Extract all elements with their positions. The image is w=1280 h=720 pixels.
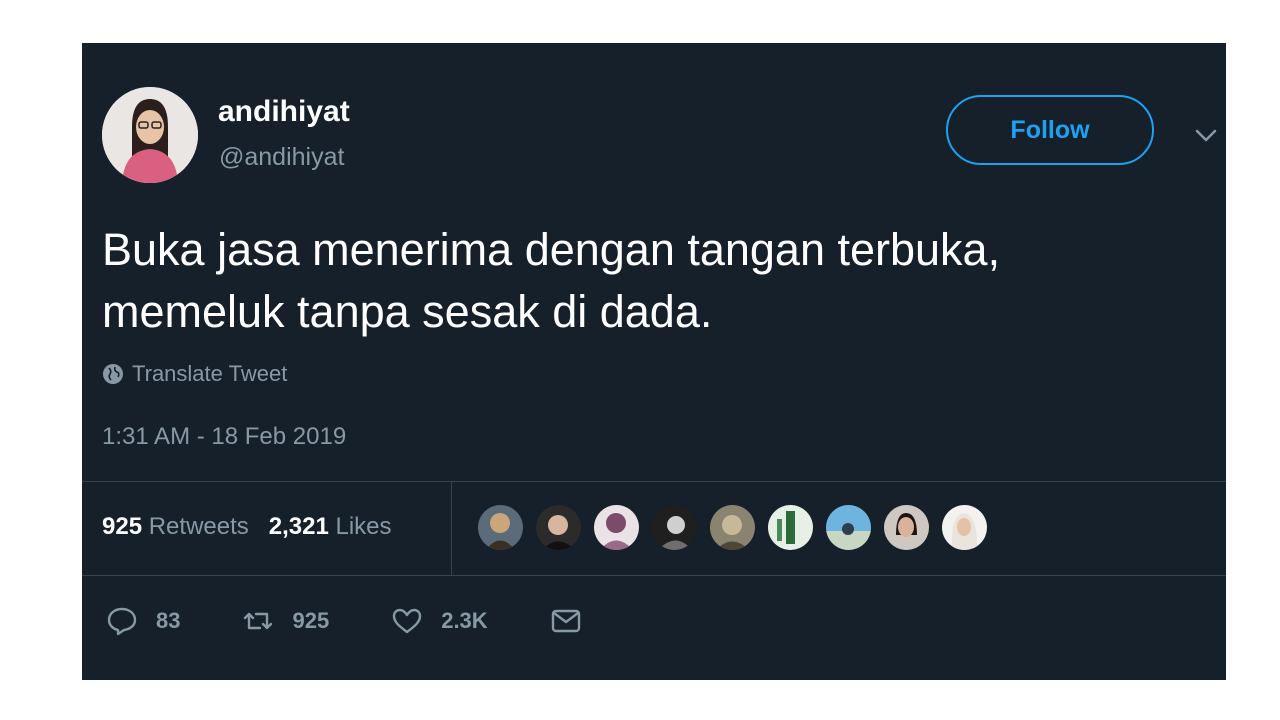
liker-avatar[interactable] <box>882 503 931 552</box>
tweet-text-line: memeluk tanpa sesak di dada. <box>102 286 713 337</box>
translate-tweet-link[interactable]: Translate Tweet <box>102 361 287 387</box>
engagement-stats: 925 Retweets 2,321 Likes <box>102 513 392 541</box>
liker-avatar[interactable] <box>592 503 641 552</box>
retweets-count: 925 <box>102 513 143 540</box>
reply-icon <box>107 607 137 636</box>
liker-avatar[interactable] <box>708 503 757 552</box>
likes-label: Likes <box>335 513 392 540</box>
liker-avatar[interactable] <box>476 503 525 552</box>
divider <box>82 575 1226 576</box>
user-handle[interactable]: @andihiyat <box>219 143 344 172</box>
action-bar: 83 925 2.3K <box>106 605 644 637</box>
tweet-timestamp[interactable]: 1:31 AM - 18 Feb 2019 <box>102 423 346 451</box>
retweet-button[interactable]: 925 <box>242 605 329 637</box>
retweets-label: Retweets <box>148 513 249 540</box>
follow-button[interactable]: Follow <box>946 95 1154 165</box>
like-count: 2.3K <box>441 608 488 633</box>
chevron-down-icon[interactable] <box>1194 123 1218 147</box>
reply-count: 83 <box>156 608 181 633</box>
liker-avatar[interactable] <box>766 503 815 552</box>
liker-avatars <box>476 503 989 552</box>
retweets-stat[interactable]: 925 Retweets <box>102 513 249 541</box>
tweet-text-line: Buka jasa menerima dengan tangan terbuka… <box>102 224 1001 275</box>
message-icon <box>551 609 580 633</box>
display-name[interactable]: andihiyat <box>218 95 350 129</box>
retweet-icon <box>244 612 273 630</box>
heart-icon <box>393 608 422 634</box>
direct-message-button[interactable] <box>550 605 582 637</box>
divider <box>451 481 452 575</box>
divider <box>82 481 1226 482</box>
liker-avatar[interactable] <box>940 503 989 552</box>
likes-stat[interactable]: 2,321 Likes <box>269 513 392 541</box>
translate-label[interactable]: Translate Tweet <box>132 361 287 387</box>
liker-avatar[interactable] <box>534 503 583 552</box>
like-button[interactable]: 2.3K <box>391 605 488 637</box>
liker-avatar[interactable] <box>824 503 873 552</box>
avatar[interactable] <box>102 87 198 183</box>
liker-avatar[interactable] <box>650 503 699 552</box>
likes-count: 2,321 <box>268 513 329 540</box>
tweet-card: andihiyat @andihiyat Follow Buka jasa me… <box>82 43 1226 680</box>
globe-icon <box>103 364 123 384</box>
tweet-text: Buka jasa menerima dengan tangan terbuka… <box>102 219 1212 343</box>
reply-button[interactable]: 83 <box>106 605 180 637</box>
retweet-count: 925 <box>292 608 330 633</box>
